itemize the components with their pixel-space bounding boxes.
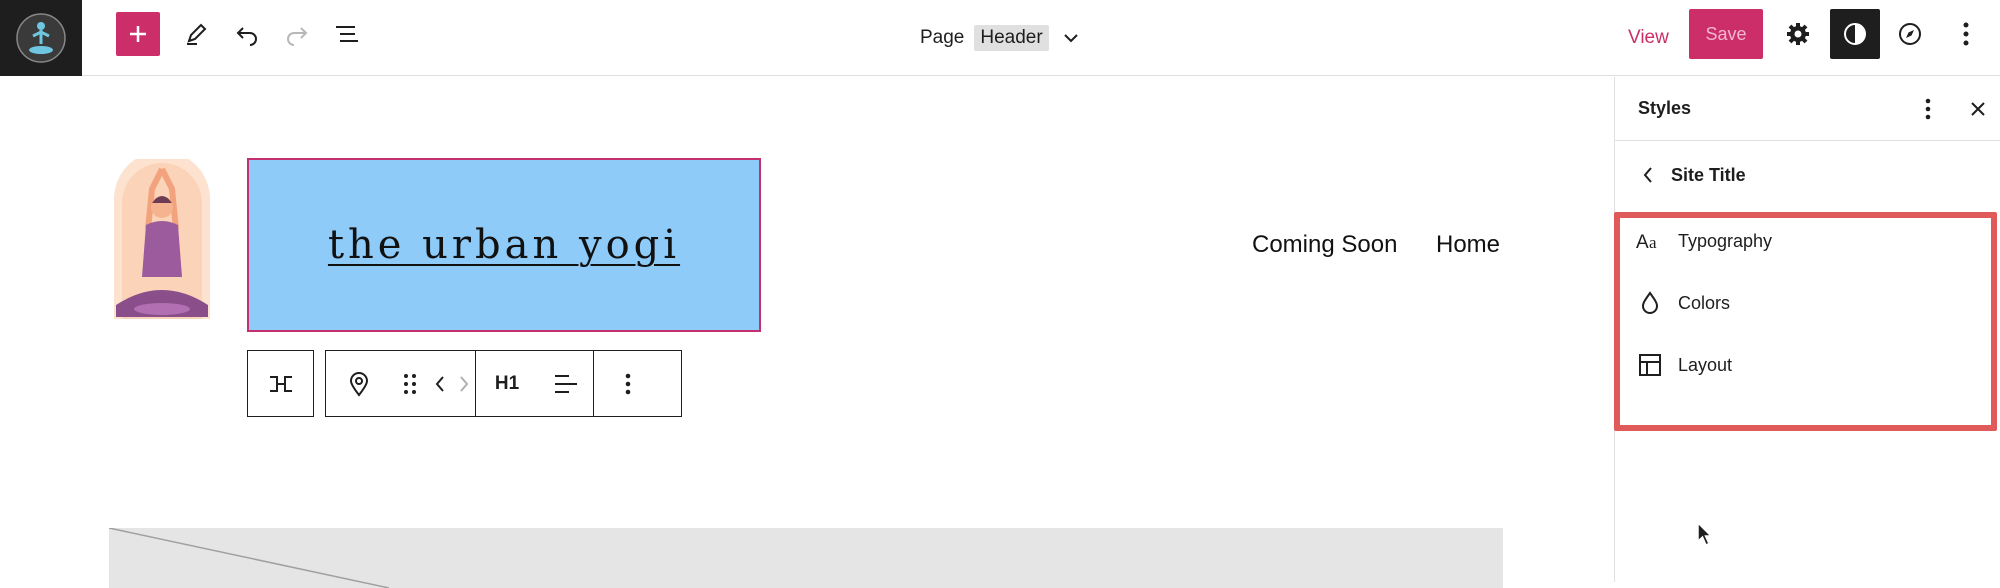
document-name-tag: Header (974, 25, 1049, 51)
section-title: Site Title (1671, 164, 1746, 185)
list-view-button[interactable] (325, 12, 369, 56)
menu-item-layout[interactable]: Layout (1636, 345, 1732, 385)
chevron-left-icon (1643, 167, 1652, 183)
layout-icon (1636, 353, 1664, 377)
drag-handle[interactable] (392, 351, 428, 416)
block-toolbar: H1 (325, 350, 682, 417)
nav-item-home[interactable]: Home (1436, 231, 1500, 259)
chevron-right-icon (459, 375, 468, 392)
close-sidebar-button[interactable] (1956, 100, 2000, 118)
undo-icon (236, 27, 257, 46)
typography-icon: A a (1636, 231, 1664, 251)
pencil-icon (187, 23, 207, 45)
location-button[interactable] (326, 351, 392, 416)
navigation-button[interactable] (1888, 12, 1932, 56)
align-text-button[interactable] (538, 351, 594, 416)
document-type-label: Page (920, 27, 965, 48)
chevron-down-icon[interactable] (1061, 28, 1081, 48)
heading-level-label: H1 (494, 372, 520, 394)
site-title-block-icon (269, 375, 292, 392)
move-right-button[interactable] (452, 351, 476, 416)
menu-item-label: Typography (1678, 230, 1773, 251)
compass-icon (1899, 23, 1921, 45)
svg-text:a: a (1649, 233, 1657, 251)
contrast-icon (1844, 23, 1866, 45)
document-title[interactable]: Page Header (920, 22, 1081, 54)
save-button[interactable]: Save (1689, 9, 1763, 59)
styles-toggle-button[interactable] (1830, 9, 1880, 59)
undo-button[interactable] (225, 12, 269, 56)
editor-canvas[interactable]: the urban yogi Coming Soon Home H1 (0, 77, 1614, 588)
redo-button[interactable] (275, 12, 319, 56)
mouse-cursor-icon (1696, 521, 1714, 552)
transform-block-button[interactable] (248, 351, 313, 416)
site-icon-button[interactable] (0, 0, 82, 76)
plus-icon (130, 26, 146, 42)
sidebar-header-actions (1900, 77, 2000, 141)
block-options-button[interactable] (594, 351, 661, 416)
gear-icon (1787, 23, 1809, 45)
site-title-text[interactable]: the urban yogi (328, 222, 680, 268)
editor-topbar: Page Header View Save (0, 0, 2000, 76)
yoga-logo-icon (16, 13, 66, 63)
settings-button[interactable] (1776, 12, 1820, 56)
chevron-left-icon (435, 375, 444, 392)
map-pin-icon (349, 371, 369, 397)
menu-item-label: Layout (1678, 354, 1733, 375)
svg-text:A: A (1636, 232, 1649, 251)
align-left-icon (554, 374, 577, 393)
sidebar-more-button[interactable] (1900, 97, 1956, 121)
redo-icon (287, 27, 308, 46)
placeholder-diagonal-line (109, 528, 390, 588)
site-logo[interactable] (108, 151, 216, 327)
edit-tool-button[interactable] (174, 12, 218, 56)
image-placeholder-block[interactable] (109, 528, 1503, 588)
sidebar-title: Styles (1638, 98, 1692, 118)
sidebar-breadcrumb: Site Title (1615, 141, 2000, 209)
options-menu-button[interactable] (1944, 12, 1988, 56)
move-left-button[interactable] (428, 351, 452, 416)
drag-handle-icon (404, 373, 416, 394)
add-block-button[interactable] (116, 12, 160, 56)
menu-item-typography[interactable]: A a Typography (1636, 221, 1772, 261)
list-view-icon (336, 26, 358, 42)
yoga-woman-image (114, 151, 210, 319)
more-vertical-icon (625, 373, 630, 394)
more-vertical-icon (1963, 22, 1969, 46)
more-vertical-icon (1925, 98, 1931, 120)
nav-item-coming-soon[interactable]: Coming Soon (1252, 231, 1397, 259)
sidebar-header: Styles (1615, 77, 2000, 141)
droplet-icon (1636, 291, 1664, 315)
block-transform-group (247, 350, 314, 417)
back-button[interactable] (1641, 164, 1655, 186)
close-icon (1971, 102, 1985, 116)
site-title-block[interactable]: the urban yogi (247, 158, 761, 332)
menu-item-label: Colors (1678, 292, 1731, 313)
view-button[interactable]: View (1628, 22, 1669, 54)
heading-level-button[interactable]: H1 (476, 351, 538, 416)
menu-item-colors[interactable]: Colors (1636, 283, 1730, 323)
